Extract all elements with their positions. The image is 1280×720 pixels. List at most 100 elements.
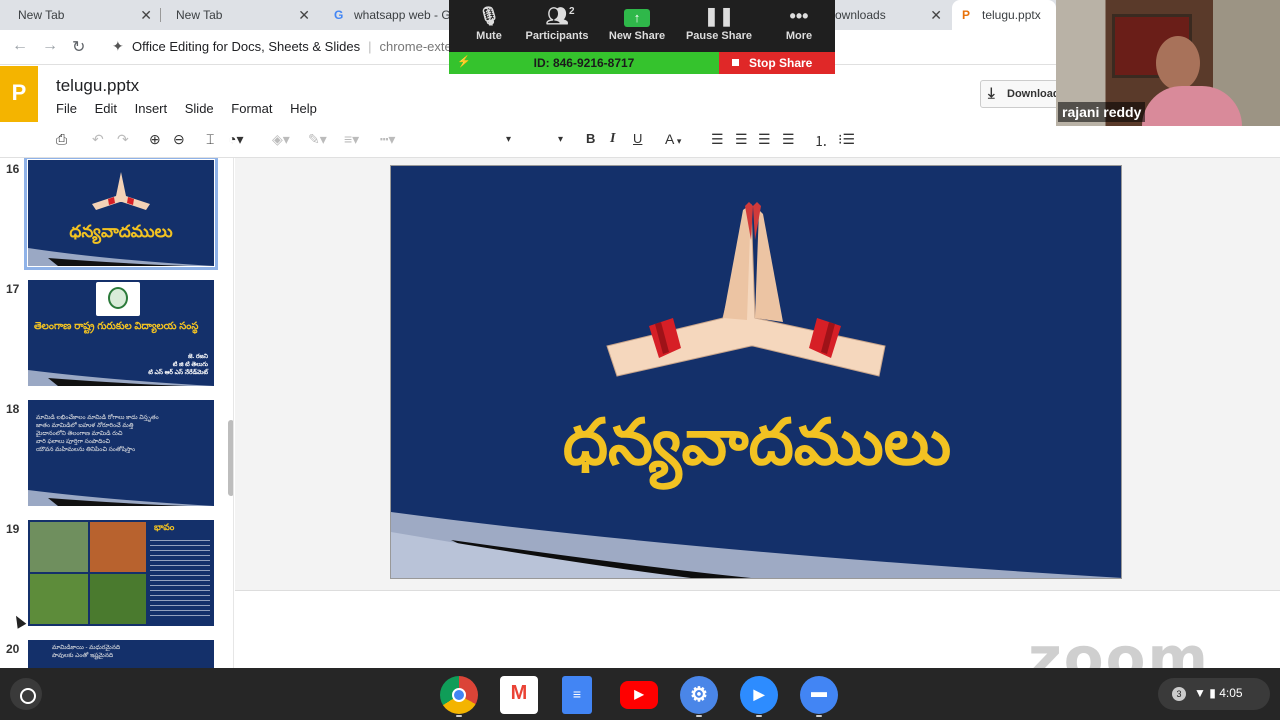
undo-icon[interactable]: ↶ — [92, 131, 104, 148]
meeting-id-bar[interactable]: ⚡ ID: 846-9216-8717 — [449, 52, 719, 74]
print-icon[interactable]: ⎙ — [56, 131, 67, 148]
slide-wave-decoration — [28, 490, 214, 506]
reload-icon[interactable]: ↻ — [72, 37, 85, 57]
participants-label: Participants — [525, 30, 589, 42]
menu-help[interactable]: Help — [290, 101, 317, 116]
participant-video[interactable]: rajani reddy — [1056, 0, 1280, 126]
close-icon[interactable]: ✕ — [140, 7, 152, 24]
redo-icon[interactable]: ↷ — [117, 131, 129, 148]
thumbnail-body: మామిడికాయి - మధురమైనది పావులకు ఎంతో ఇష్ట… — [52, 644, 212, 660]
running-indicator — [696, 715, 702, 717]
tab-new-tab-1[interactable]: New Tab ✕ — [0, 0, 160, 30]
slide-thumbnail-20[interactable]: మామిడికాయి - మధురమైనది పావులకు ఎంతో ఇష్ట… — [28, 640, 214, 668]
document-title[interactable]: telugu.pptx — [56, 76, 139, 96]
border-weight-icon[interactable]: ≡▾ — [344, 131, 359, 148]
tab-whatsapp-search[interactable]: Gwhatsapp web - G — [318, 0, 453, 30]
pause-share-label: Pause Share — [685, 30, 753, 42]
tab-label: telugu.pptx — [982, 8, 1041, 22]
align-justify-icon[interactable]: ☰ — [782, 131, 795, 148]
zoom-out-icon[interactable]: ⊖ — [173, 131, 185, 148]
slide-filmstrip: 16 ధన్యవాదములు 17 తెలంగాణ రాష్ట్ర గురుకు… — [0, 158, 234, 668]
signal-icon: ⚡ — [457, 56, 471, 68]
fill-color-icon[interactable]: ◈▾ — [272, 131, 290, 148]
mango-photo — [90, 522, 146, 572]
menu-format[interactable]: Format — [231, 101, 272, 116]
menu-edit[interactable]: Edit — [95, 101, 117, 116]
align-center-icon[interactable]: ☰ — [735, 131, 748, 148]
underline-button[interactable]: U — [633, 131, 642, 146]
bulleted-list-icon[interactable]: ⁝☰ — [838, 131, 855, 148]
tab-downloads[interactable]: ownloads ✕ — [835, 0, 950, 30]
participants-icon: 👥︎ — [545, 6, 569, 26]
zoom-app-icon[interactable]: ▶︎ — [740, 676, 778, 714]
files-icon[interactable]: ▬ — [800, 676, 838, 714]
gmail-icon[interactable]: M — [500, 676, 538, 714]
docs-icon[interactable]: ≡ — [562, 676, 592, 714]
slide-number: 20 — [6, 642, 20, 656]
filmstrip-scrollbar[interactable] — [228, 420, 233, 496]
meeting-id: ID: 846-9216-8717 — [533, 56, 635, 70]
slides-favicon-icon: P — [962, 8, 971, 22]
border-color-icon[interactable]: ✎▾ — [308, 131, 327, 148]
slide-thumbnail-19[interactable]: భావం — [28, 520, 214, 626]
slide-wave-decoration — [28, 370, 214, 386]
border-dash-icon[interactable]: ┅▾ — [380, 131, 395, 148]
tab-new-tab-2[interactable]: New Tab ✕ — [158, 0, 318, 30]
slide-thumbnail-16[interactable]: ధన్యవాదములు — [24, 158, 218, 270]
more-dots-icon: ••• — [789, 6, 809, 26]
menu-bar: File Edit Insert Slide Format Help — [56, 101, 331, 116]
slide-title[interactable]: ధన్యవాదములు — [391, 406, 1121, 495]
align-right-icon[interactable]: ☰ — [758, 131, 771, 148]
namaste-hands-icon — [92, 172, 150, 210]
menu-file[interactable]: File — [56, 101, 77, 116]
text-box-icon[interactable]: ⌶ — [206, 131, 214, 148]
numbered-list-icon[interactable]: ⒈ — [814, 131, 828, 151]
slide-thumbnail-18[interactable]: మామిడి లభించేకాలం మామిడి రోగాలు కాదు విస… — [28, 400, 214, 506]
participants-count: 2 — [569, 6, 575, 17]
orchard-photo — [30, 522, 88, 572]
forward-arrow-icon[interactable]: → — [42, 37, 58, 55]
font-family-dropdown-icon[interactable]: ▾ — [506, 134, 511, 145]
back-arrow-icon[interactable]: ← — [12, 37, 28, 55]
tab-label: New Tab — [18, 8, 65, 22]
thumbnail-title: తెలంగాణ రాష్ట్ర గురుకుల విద్యాలయ సంస్థ — [34, 321, 199, 332]
menu-slide[interactable]: Slide — [185, 101, 214, 116]
youtube-icon[interactable]: ▶ — [620, 681, 658, 709]
namaste-hands-icon — [606, 202, 886, 377]
close-icon[interactable]: ✕ — [298, 7, 310, 24]
close-icon[interactable]: ✕ — [930, 7, 942, 24]
text-color-label: A — [665, 131, 675, 147]
mute-label: Mute — [476, 30, 502, 42]
tab-telugu-pptx[interactable]: Ptelugu.pptx — [952, 0, 1056, 30]
notification-badge: 3 — [1172, 687, 1186, 701]
pause-share-button[interactable]: ❚❚ Pause Share — [679, 0, 759, 52]
text-color-button[interactable]: A ▾ — [665, 131, 681, 147]
align-left-icon[interactable]: ☰ — [711, 131, 724, 148]
new-share-button[interactable]: ↑ New Share — [597, 0, 677, 52]
clock: 4:05 — [1219, 686, 1243, 700]
download-button[interactable]: ⤓ Download — [980, 80, 1060, 108]
participant-face — [1156, 36, 1200, 90]
thumbnail-body: మామిడి లభించేకాలం మామిడి రోగాలు కాదు విస… — [36, 414, 208, 454]
chrome-icon[interactable] — [440, 676, 478, 714]
settings-icon[interactable]: ⚙ — [680, 676, 718, 714]
thumbnail-line: మామిడికాయి - మధురమైనది — [52, 645, 121, 651]
current-slide[interactable]: ధన్యవాదములు — [390, 165, 1122, 579]
status-tray[interactable]: 3 ▼ ▮ 4:05 — [1158, 678, 1270, 710]
bold-button[interactable]: B — [586, 131, 595, 146]
menu-insert[interactable]: Insert — [135, 101, 168, 116]
italic-button[interactable]: I — [610, 131, 615, 147]
battery-icon: ▮ — [1209, 686, 1216, 700]
font-size-dropdown-icon[interactable]: ▾ — [558, 134, 563, 145]
more-button[interactable]: ••• More — [759, 0, 839, 52]
download-label: Download — [1007, 88, 1060, 100]
participants-button[interactable]: 👥︎ 2 Participants — [517, 0, 597, 52]
shape-dropdown-icon[interactable]: ◔▾ — [228, 131, 243, 148]
launcher-icon[interactable] — [10, 678, 42, 710]
slide-number: 16 — [6, 162, 20, 176]
slide-thumbnail-17[interactable]: తెలంగాణ రాష్ట్ర గురుకుల విద్యాలయ సంస్థ జ… — [28, 280, 214, 386]
zoom-in-icon[interactable]: ⊕ — [149, 131, 161, 148]
stop-share-button[interactable]: Stop Share — [719, 52, 835, 74]
omnibox-page-title: Office Editing for Docs, Sheets & Slides — [132, 39, 361, 54]
slides-logo-icon[interactable]: P — [0, 66, 38, 122]
